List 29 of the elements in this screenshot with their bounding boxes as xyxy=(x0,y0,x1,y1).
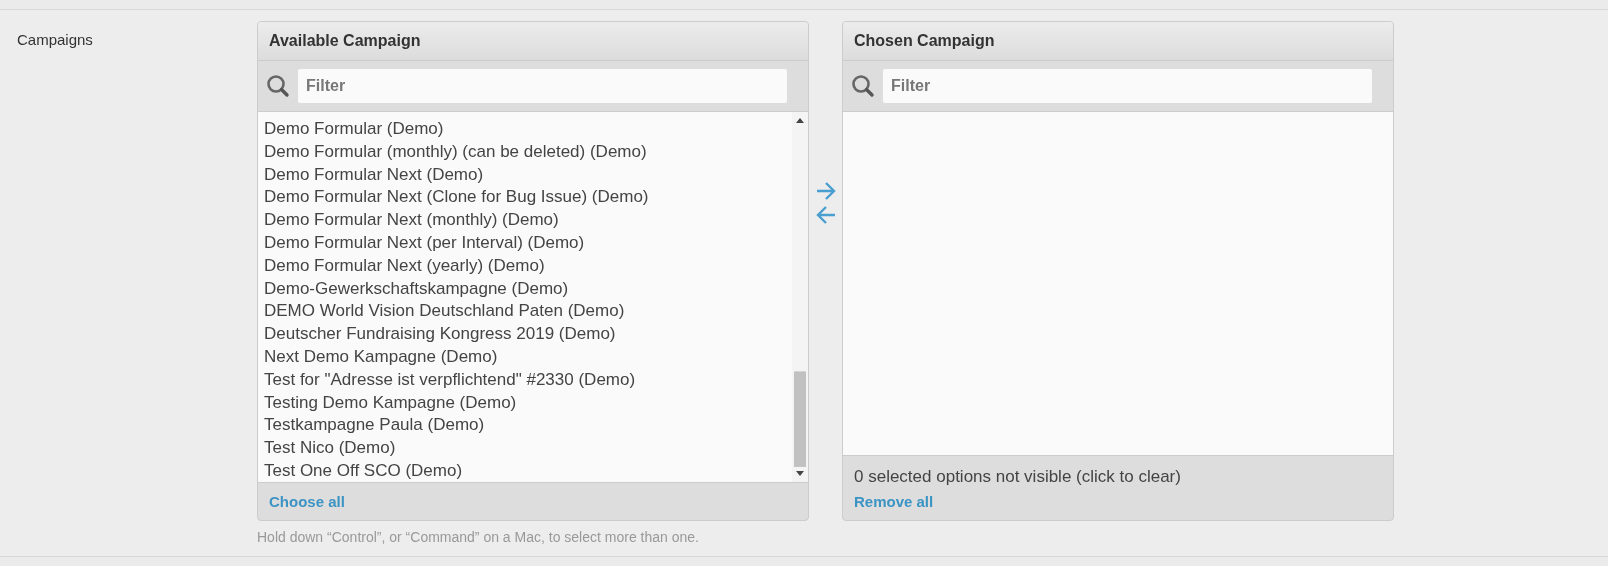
add-arrow-icon[interactable] xyxy=(814,181,837,201)
campaign-option[interactable]: Demo Formular Next (Clone for Bug Issue) (Demo) xyxy=(264,186,786,210)
scrollbar[interactable] xyxy=(792,112,808,482)
hidden-selection-note[interactable]: 0 selected options not visible (click to clear) xyxy=(854,466,1393,487)
help-text: Hold down “Control”, or “Command” on a Mac, to select more than one. xyxy=(257,529,700,545)
campaign-option[interactable]: Test Nico (Demo) xyxy=(264,437,786,460)
campaign-list[interactable] xyxy=(258,111,808,483)
campaign-option[interactable]: Testing Demo Kampagne (Demo) xyxy=(264,391,786,415)
filter-field[interactable]: Filter xyxy=(882,68,1373,104)
campaign-option[interactable]: Demo Formular (Demo) xyxy=(264,118,786,141)
campaign-option[interactable]: Test for "Adresse ist verpflichtend" #2330 (Demo) xyxy=(264,368,786,392)
campaign-option[interactable]: Demo Formular Next (monthly) (Demo) xyxy=(264,209,786,232)
campaign-option[interactable]: Test One Off SCO (Demo) xyxy=(264,459,786,482)
campaign-option[interactable]: Demo-Gewerkschaftskampagne (Demo) xyxy=(264,277,786,301)
campaign-option[interactable]: Deutscher Fundraising Kongress 2019 (Demo) xyxy=(264,323,786,346)
field-label: Campaigns xyxy=(17,30,94,50)
panel-title: Available Campaign xyxy=(258,22,808,61)
remove-arrow-icon[interactable] xyxy=(814,205,837,225)
panel-title: Chosen Campaign xyxy=(843,22,1393,61)
campaign-option[interactable]: Next Demo Kampagne (Demo) xyxy=(264,345,786,369)
search-icon xyxy=(266,74,290,98)
campaign-option[interactable]: Testkampagne Paula (Demo) xyxy=(264,414,786,438)
filter-field[interactable]: Filter xyxy=(297,68,788,104)
campaign-option[interactable]: DEMO World Vision Deutschland Paten (Demo) xyxy=(264,300,786,324)
campaign-option[interactable]: Demo Formular Next (Demo) xyxy=(264,163,786,187)
search-icon xyxy=(851,74,875,98)
campaign-option[interactable]: Demo Formular Next (per Interval) (Demo) xyxy=(264,232,786,255)
campaign-option[interactable]: Demo Formular Next (yearly) (Demo) xyxy=(264,254,786,278)
campaign-option[interactable]: Demo Formular (monthly) (can be deleted) (Demo) xyxy=(264,140,786,164)
